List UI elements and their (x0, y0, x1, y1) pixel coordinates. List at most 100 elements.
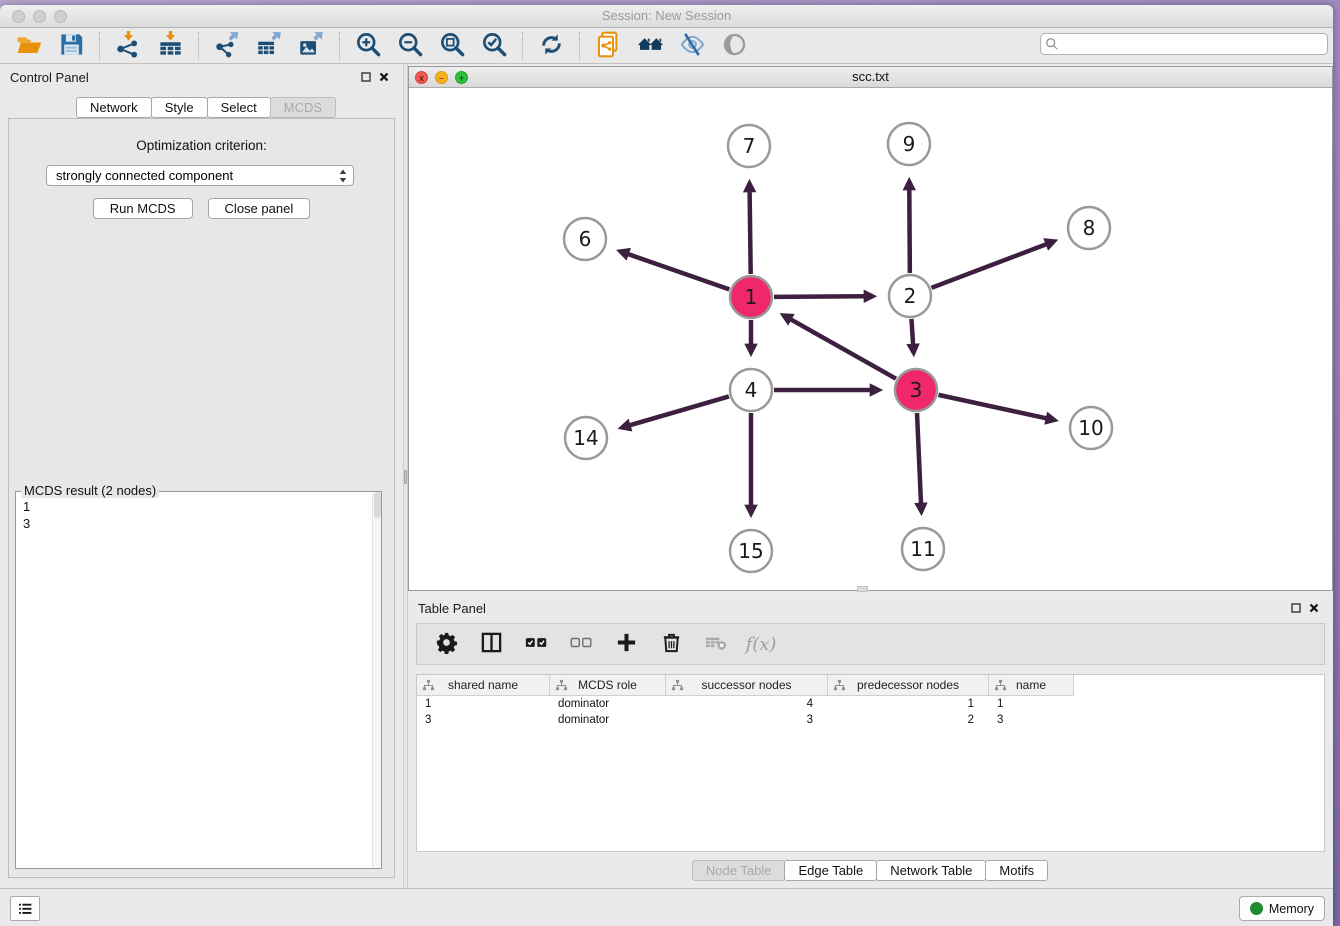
network-minimize-icon[interactable]: – (435, 71, 448, 84)
close-panel-button[interactable] (375, 69, 393, 85)
hide-visual-properties-button[interactable] (671, 30, 713, 62)
network-maximize-icon[interactable]: + (455, 71, 468, 84)
network-close-icon[interactable]: x (415, 71, 428, 84)
memory-status-icon (1250, 902, 1263, 915)
table-cell[interactable]: 3 (989, 714, 1074, 726)
tab-select[interactable]: Select (207, 97, 271, 118)
graph-node-14[interactable]: 14 (565, 417, 607, 459)
run-mcds-button[interactable]: Run MCDS (93, 198, 193, 219)
close-window-icon[interactable] (12, 10, 25, 23)
delete-button[interactable] (656, 628, 686, 660)
graph-edge-1-2[interactable] (774, 296, 865, 297)
search-box[interactable] (1040, 33, 1328, 55)
tab-style[interactable]: Style (151, 97, 208, 118)
table-cell[interactable]: 1 (828, 698, 989, 710)
graph-node-1[interactable]: 1 (730, 276, 772, 318)
zoom-in-button[interactable] (347, 30, 389, 62)
graph-edge-1-6[interactable] (627, 254, 729, 290)
minimize-window-icon[interactable] (33, 10, 46, 23)
graph-edge-3-10[interactable] (938, 395, 1047, 419)
divider-grip[interactable] (404, 470, 407, 484)
task-history-button[interactable] (10, 896, 40, 921)
column-header-MCDS-role[interactable]: MCDS role (550, 675, 666, 696)
zoom-out-button[interactable] (389, 30, 431, 62)
table-cell[interactable]: dominator (550, 698, 666, 710)
graph-node-10[interactable]: 10 (1070, 407, 1112, 449)
open-folder-button[interactable] (8, 30, 50, 62)
toolbar-separator (99, 32, 100, 60)
import-table-button[interactable] (149, 30, 191, 62)
export-network-button[interactable] (206, 30, 248, 62)
toolbar-separator (579, 32, 580, 60)
graph-edge-2-3[interactable] (911, 319, 913, 345)
save-button[interactable] (50, 30, 92, 62)
table-cell[interactable]: 4 (666, 698, 828, 710)
graph-node-9[interactable]: 9 (888, 123, 930, 165)
result-scrollbar[interactable] (372, 492, 381, 868)
column-header-name[interactable]: name (989, 675, 1074, 696)
graph-node-11[interactable]: 11 (902, 528, 944, 570)
graph-node-3[interactable]: 3 (895, 369, 937, 411)
float-panel-button[interactable] (357, 69, 375, 85)
graph-edge-3-11[interactable] (917, 413, 921, 504)
table-cell[interactable]: 1 (989, 698, 1074, 710)
gear-button[interactable] (431, 628, 461, 660)
select-all-button[interactable] (521, 628, 551, 660)
float-table-panel-button[interactable] (1287, 600, 1305, 616)
svg-text:8: 8 (1083, 216, 1096, 240)
criterion-dropdown[interactable]: strongly connected component (46, 165, 354, 186)
close-panel-button-2[interactable]: Close panel (208, 198, 311, 219)
table-cell[interactable]: 1 (417, 698, 550, 710)
table-row[interactable]: 1dominator411 (417, 696, 1324, 712)
tab-motifs[interactable]: Motifs (985, 860, 1048, 881)
import-network-button[interactable] (107, 30, 149, 62)
table-cell[interactable]: 3 (666, 714, 828, 726)
graph-node-2[interactable]: 2 (889, 275, 931, 317)
svg-text:7: 7 (743, 134, 756, 158)
graph-edge-3-1[interactable] (790, 319, 896, 379)
graph-node-8[interactable]: 8 (1068, 207, 1110, 249)
app-window-controls[interactable] (12, 10, 67, 23)
graph-node-15[interactable]: 15 (730, 530, 772, 572)
table-cell[interactable]: 2 (828, 714, 989, 726)
tab-node-table[interactable]: Node Table (692, 860, 786, 881)
refresh-layout-button[interactable] (530, 30, 572, 62)
graph-node-6[interactable]: 6 (564, 218, 606, 260)
network-document-button[interactable] (587, 30, 629, 62)
application-window: Session: New Session Control Panel Netwo… (0, 5, 1333, 926)
deselect-all-button[interactable] (566, 628, 596, 660)
close-icon (1308, 602, 1320, 614)
memory-button[interactable]: Memory (1239, 896, 1325, 921)
export-table-icon (256, 31, 283, 61)
dropdown-arrows-icon (338, 168, 348, 189)
table-cell[interactable]: 3 (417, 714, 550, 726)
graph-edge-2-8[interactable] (932, 244, 1047, 288)
tab-network-table[interactable]: Network Table (876, 860, 986, 881)
export-image-button[interactable] (290, 30, 332, 62)
zoom-selected-button[interactable] (473, 30, 515, 62)
graph-node-4[interactable]: 4 (730, 369, 772, 411)
graph-edge-1-7[interactable] (750, 191, 751, 274)
close-table-panel-button[interactable] (1305, 600, 1323, 616)
maximize-window-icon[interactable] (54, 10, 67, 23)
table-row[interactable]: 3dominator323 (417, 712, 1324, 728)
graph-node-7[interactable]: 7 (728, 125, 770, 167)
horizontal-divider-grip[interactable] (857, 586, 868, 592)
graph-edge-4-14[interactable] (629, 396, 729, 425)
column-header-shared-name[interactable]: shared name (417, 675, 550, 696)
mcds-panel: Optimization criterion: strongly connect… (8, 118, 395, 878)
home-button[interactable] (629, 30, 671, 62)
add-button[interactable] (611, 628, 641, 660)
eye-button[interactable] (713, 30, 755, 62)
column-header-successor-nodes[interactable]: successor nodes (666, 675, 828, 696)
column-header-predecessor-nodes[interactable]: predecessor nodes (828, 675, 989, 696)
tab-mcds[interactable]: MCDS (270, 97, 336, 118)
zoom-fit-button[interactable] (431, 30, 473, 62)
export-table-button[interactable] (248, 30, 290, 62)
columns-button[interactable] (476, 628, 506, 660)
tab-network[interactable]: Network (76, 97, 152, 118)
table-cell[interactable]: dominator (550, 714, 666, 726)
graph-edge-2-9[interactable] (909, 189, 910, 273)
tab-edge-table[interactable]: Edge Table (784, 860, 877, 881)
search-input[interactable] (1059, 37, 1323, 51)
